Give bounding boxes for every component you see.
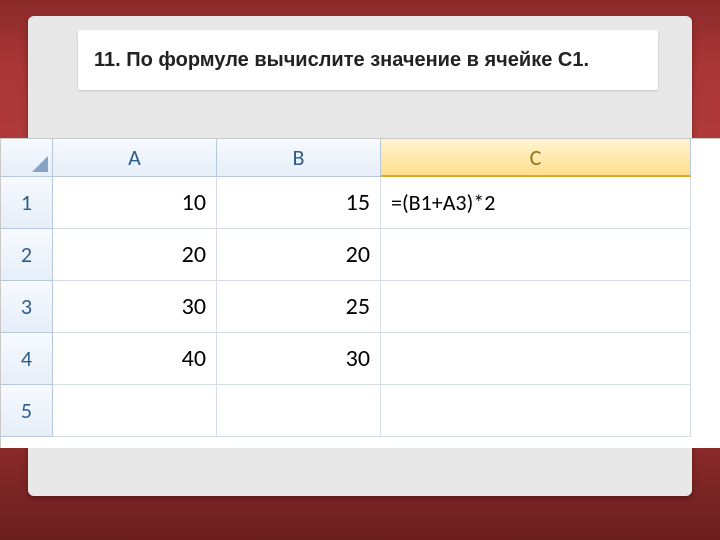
select-all-corner[interactable] bbox=[1, 139, 53, 177]
cell-A2[interactable]: 20 bbox=[53, 229, 217, 281]
cell-B5[interactable] bbox=[217, 385, 381, 437]
spreadsheet: A B C 1 10 15 =(B1+A3)*2 2 20 20 3 30 25… bbox=[0, 138, 720, 448]
table-row: 4 40 30 bbox=[1, 333, 720, 385]
cell-C5[interactable] bbox=[381, 385, 691, 437]
table-row: 3 30 25 bbox=[1, 281, 720, 333]
cell-A3[interactable]: 30 bbox=[53, 281, 217, 333]
col-header-A[interactable]: A bbox=[53, 139, 217, 177]
column-header-row: A B C bbox=[1, 139, 720, 177]
row-header-5[interactable]: 5 bbox=[1, 385, 53, 437]
table-row: 1 10 15 =(B1+A3)*2 bbox=[1, 177, 720, 229]
cell-C3[interactable] bbox=[381, 281, 691, 333]
question-text: 11. По формуле вычислите значение в ячей… bbox=[94, 49, 589, 72]
table-row: 5 bbox=[1, 385, 720, 437]
cell-C2[interactable] bbox=[381, 229, 691, 281]
row-header-4[interactable]: 4 bbox=[1, 333, 53, 385]
row-header-3[interactable]: 3 bbox=[1, 281, 53, 333]
cell-A4[interactable]: 40 bbox=[53, 333, 217, 385]
title-bar: 11. По формуле вычислите значение в ячей… bbox=[78, 30, 658, 90]
cell-A5[interactable] bbox=[53, 385, 217, 437]
table-row: 2 20 20 bbox=[1, 229, 720, 281]
cell-A1[interactable]: 10 bbox=[53, 177, 217, 229]
cell-B2[interactable]: 20 bbox=[217, 229, 381, 281]
cell-B1[interactable]: 15 bbox=[217, 177, 381, 229]
col-header-C[interactable]: C bbox=[381, 139, 691, 177]
row-header-1[interactable]: 1 bbox=[1, 177, 53, 229]
cell-B4[interactable]: 30 bbox=[217, 333, 381, 385]
cell-B3[interactable]: 25 bbox=[217, 281, 381, 333]
row-header-2[interactable]: 2 bbox=[1, 229, 53, 281]
col-header-B[interactable]: B bbox=[217, 139, 381, 177]
cell-C4[interactable] bbox=[381, 333, 691, 385]
cell-C1[interactable]: =(B1+A3)*2 bbox=[381, 177, 691, 229]
